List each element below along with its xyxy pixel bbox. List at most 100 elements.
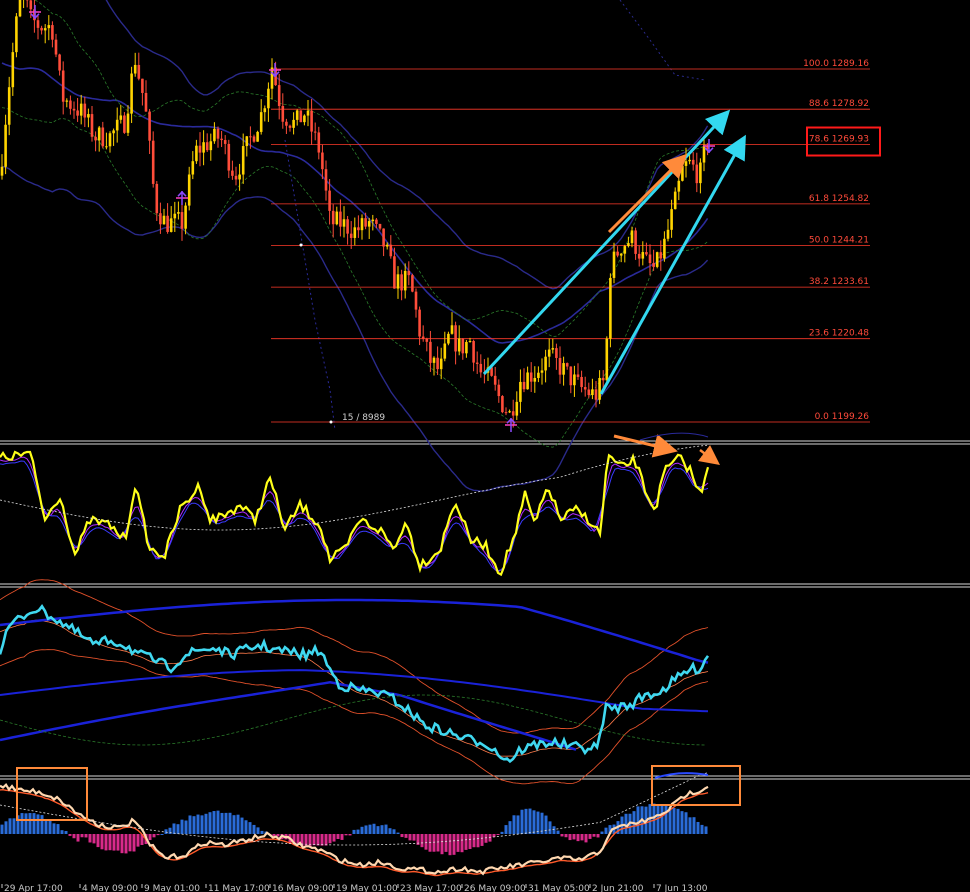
fibonacci-levels: 100.0 1289.16 88.6 1278.92 78.6 1269.93 61.…: [271, 59, 881, 423]
candle-body: [436, 357, 439, 370]
histogram-bar: [432, 834, 436, 852]
candle-body: [7, 87, 11, 125]
candle-body: [591, 389, 594, 396]
histogram-bar: [496, 834, 500, 836]
candle-body: [349, 233, 353, 238]
candle-body: [529, 372, 533, 382]
candle-body: [461, 338, 465, 354]
histogram-bar: [36, 814, 40, 834]
time-label: 11 May 17:00: [208, 884, 270, 892]
candle-body: [252, 136, 256, 142]
histogram-bar: [592, 834, 596, 837]
candle-body: [245, 136, 249, 147]
candle-body: [666, 229, 670, 239]
candle-body: [659, 252, 663, 259]
histogram-bar: [584, 834, 588, 843]
candle-body: [328, 190, 331, 211]
time-label: 19 May 01:00: [336, 884, 398, 892]
trend-arrow-lower: [599, 134, 746, 395]
histogram-bar: [380, 825, 384, 834]
candle-body: [277, 85, 281, 106]
candle-body: [263, 108, 267, 113]
histogram-bar: [504, 825, 508, 834]
histogram-bar: [368, 824, 372, 834]
candle-body: [702, 146, 706, 163]
histogram-bar: [604, 827, 608, 834]
histogram-bar: [340, 834, 344, 840]
band-orange-lower: [0, 649, 709, 785]
candle-body: [126, 113, 130, 133]
histogram-bar: [468, 834, 472, 849]
histogram-bar: [564, 834, 568, 838]
candle-body: [313, 131, 317, 133]
candle-body: [670, 209, 673, 230]
candle-body: [79, 103, 83, 116]
histogram-bar: [160, 833, 164, 835]
candle-body: [115, 119, 119, 131]
histogram-bar: [232, 815, 236, 834]
histogram-bar: [372, 823, 376, 834]
band-orange-upper: [0, 579, 709, 734]
histogram-bar: [204, 813, 208, 834]
histogram-bar: [652, 803, 656, 834]
histogram-bar: [680, 811, 684, 834]
histogram-bar: [556, 830, 560, 834]
candle-body: [537, 372, 540, 378]
histogram-bar: [336, 834, 340, 840]
candle-body: [97, 127, 101, 141]
candle-body: [652, 263, 655, 267]
candle-body: [169, 218, 173, 232]
candle-body: [677, 180, 681, 192]
histogram-bar: [20, 813, 24, 834]
candle-body: [205, 142, 209, 151]
histogram-bar: [392, 829, 396, 834]
histogram-bar: [548, 821, 552, 834]
candle-body: [166, 215, 169, 232]
histogram-bar: [376, 826, 380, 834]
histogram-bar: [76, 834, 80, 842]
histogram-bar: [84, 834, 88, 838]
candle-body: [540, 370, 544, 373]
fib-label-50.0: 50.0 1244.21: [809, 236, 869, 246]
candle-body: [180, 212, 184, 229]
time-label: 4 May 09:00: [82, 884, 138, 892]
histogram-bar: [324, 834, 328, 846]
candle-body: [223, 140, 227, 144]
candle-body: [637, 253, 641, 259]
histogram-bar: [240, 817, 244, 834]
candle-body: [123, 115, 126, 133]
candle-body: [335, 211, 339, 225]
histogram-bar: [136, 834, 140, 847]
time-axis: 29 Apr 17:00 4 May 09:00 9 May 01:00 11 May…: [1, 884, 708, 892]
fib-label-0.0: 0.0 1199.26: [815, 412, 870, 422]
candle-body: [288, 125, 292, 128]
candle-body: [465, 341, 468, 354]
candle-body: [0, 166, 4, 176]
candle-body: [605, 338, 609, 381]
histogram-bar: [48, 820, 52, 834]
histogram-bar: [92, 834, 96, 844]
candle-body: [346, 219, 349, 234]
histogram-bar: [228, 812, 232, 834]
candle-body: [551, 348, 555, 350]
candle-body: [137, 64, 141, 79]
candle-body: [681, 165, 684, 181]
candle-body: [439, 358, 443, 370]
histogram-bar: [520, 809, 524, 834]
candle-body: [357, 227, 360, 231]
candle-body: [403, 270, 407, 291]
candle-body: [184, 205, 187, 229]
candle-body: [526, 372, 529, 390]
histogram-bar: [596, 834, 600, 838]
histogram-bar: [636, 806, 640, 834]
candle-body: [504, 412, 508, 414]
candle-body: [533, 377, 537, 382]
candle-body: [61, 70, 65, 102]
histogram-bar: [588, 834, 592, 839]
time-label: 23 May 17:00: [400, 884, 462, 892]
histogram-bar: [356, 829, 360, 834]
histogram-bar: [148, 834, 152, 841]
histogram-bar: [352, 829, 356, 834]
histogram-bar: [236, 814, 240, 834]
histogram-bar: [172, 823, 176, 834]
